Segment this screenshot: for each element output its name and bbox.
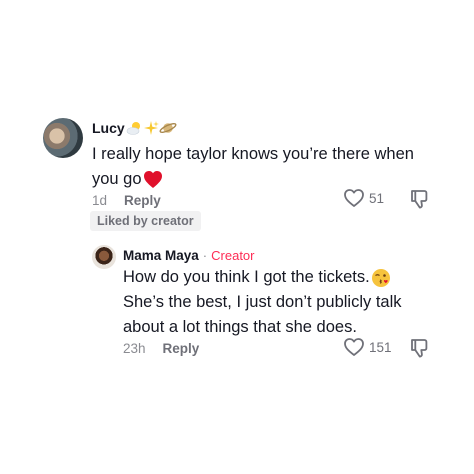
like-count: 51 (369, 190, 385, 206)
reply-text: How do you think I got the tickets. She’… (123, 265, 463, 340)
comment-text-line: you go (92, 167, 462, 192)
comment-meta: 1d Reply (92, 191, 161, 209)
reply-meta: 23h Reply (123, 339, 199, 357)
sparkles-icon (143, 121, 159, 135)
liked-by-creator-badge: Liked by creator (90, 211, 201, 231)
comment-text: I really hope taylor knows you’re there … (92, 142, 462, 192)
dislike-icon[interactable] (409, 188, 429, 210)
comment-header: Lucy (92, 118, 177, 138)
like-count: 151 (369, 339, 392, 355)
red-heart-icon (143, 171, 162, 188)
heart-outline-icon (344, 338, 364, 356)
reply-timestamp: 23h (123, 340, 146, 356)
reply-header: Mama Maya · Creator (123, 246, 255, 264)
heart-outline-icon (344, 189, 364, 207)
winking-kiss-icon (371, 268, 390, 287)
dislike-icon[interactable] (409, 337, 429, 359)
like-button[interactable]: 51 (343, 188, 384, 208)
commenter-name[interactable]: Lucy (92, 120, 125, 136)
separator-dot: · (202, 247, 208, 263)
comment-timestamp: 1d (92, 192, 108, 208)
reply-button[interactable]: Reply (163, 341, 200, 356)
cloud-sun-icon (126, 122, 140, 135)
reply-avatar[interactable] (92, 245, 116, 269)
reply-author-name[interactable]: Mama Maya (123, 248, 199, 263)
commenter-avatar[interactable] (43, 118, 83, 158)
planet-icon (159, 123, 177, 133)
creator-badge: Creator (211, 247, 255, 263)
reply-text-line: She’s the best, I just don’t publicly ta… (123, 293, 402, 311)
reply-like-button[interactable]: 151 (343, 337, 392, 357)
comment-text-line: I really hope taylor knows you’re there … (92, 145, 414, 163)
reply-button[interactable]: Reply (124, 193, 161, 208)
reply-text-line: How do you think I got the tickets. (123, 265, 463, 290)
